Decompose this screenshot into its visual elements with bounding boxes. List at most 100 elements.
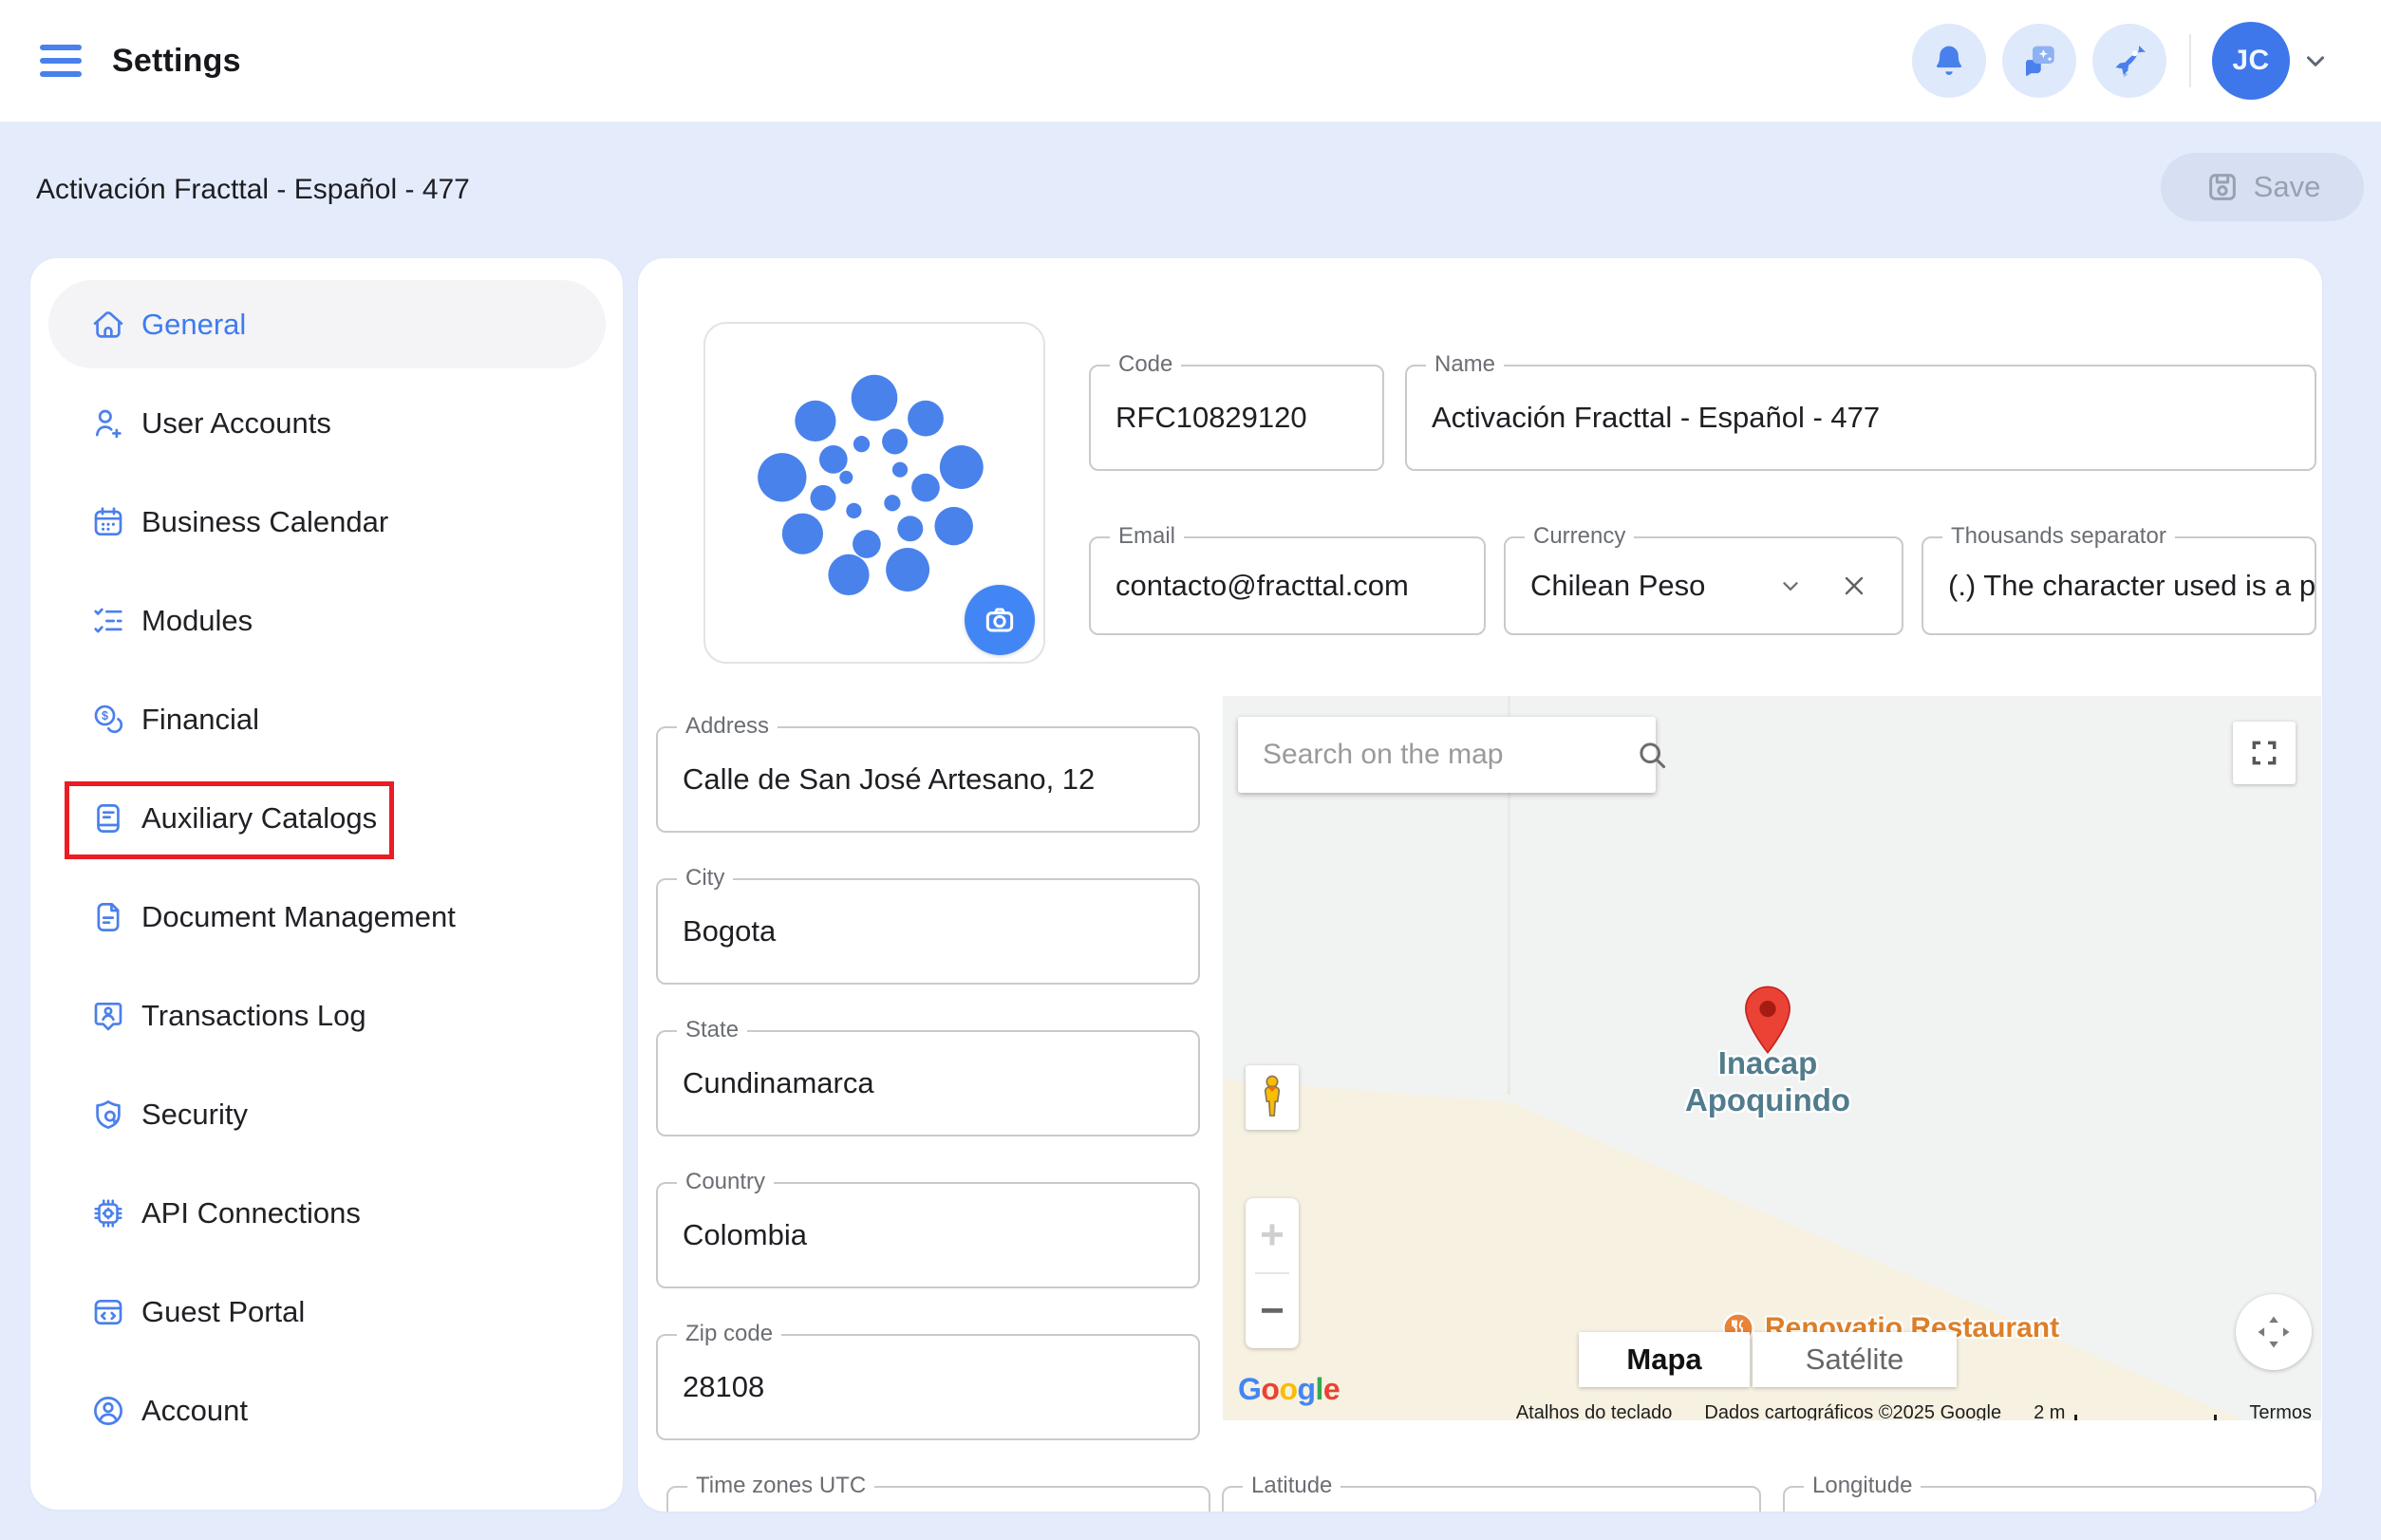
avatar-menu-chevron-down-icon[interactable] bbox=[2301, 47, 2330, 75]
country-field-label: Country bbox=[677, 1169, 774, 1195]
company-logo-box[interactable] bbox=[703, 322, 1045, 664]
map-data-text: Dados cartográficos ©2025 Google bbox=[1704, 1402, 2001, 1420]
search-icon[interactable] bbox=[1635, 738, 1669, 772]
upload-logo-button[interactable] bbox=[965, 585, 1035, 655]
name-field[interactable]: Name bbox=[1405, 365, 2316, 471]
home-icon bbox=[90, 307, 126, 343]
user-badge-icon bbox=[90, 998, 126, 1034]
subheader: Activación Fracttal - Español - 477 Save bbox=[0, 122, 2381, 258]
shield-icon bbox=[90, 1097, 126, 1133]
fracttal-logo bbox=[746, 365, 1003, 621]
save-button-label: Save bbox=[2254, 170, 2321, 204]
latitude-field[interactable]: Latitude bbox=[1222, 1486, 1761, 1512]
sidebar-item-security[interactable]: Security bbox=[48, 1070, 606, 1158]
map-scale-label: 2 m bbox=[2034, 1402, 2065, 1420]
zip-code-input[interactable] bbox=[658, 1336, 1198, 1438]
map-fullscreen-button[interactable] bbox=[2233, 722, 2296, 784]
currency-chevron-down-icon[interactable] bbox=[1778, 538, 1803, 633]
code-field[interactable]: Code bbox=[1089, 365, 1384, 471]
sidebar-item-label: Business Calendar bbox=[141, 505, 388, 539]
zoom-in-button[interactable]: + bbox=[1246, 1198, 1299, 1272]
document-icon bbox=[90, 899, 126, 935]
sidebar-item-auxiliary-catalogs[interactable]: Auxiliary Catalogs bbox=[48, 774, 606, 862]
sidebar-item-modules[interactable]: Modules bbox=[48, 576, 606, 665]
notifications-button[interactable] bbox=[1912, 24, 1986, 98]
map-type-map-button[interactable]: Mapa bbox=[1579, 1332, 1750, 1387]
state-field[interactable]: State bbox=[656, 1030, 1200, 1136]
whats-new-button[interactable] bbox=[2092, 24, 2166, 98]
address-field[interactable]: Address bbox=[656, 726, 1200, 833]
map-attribution-bar: Atalhos do teclado Dados cartográficos ©… bbox=[1516, 1402, 2312, 1420]
zip-code-field[interactable]: Zip code bbox=[656, 1334, 1200, 1440]
sidebar-item-label: Financial bbox=[141, 703, 259, 737]
calendar-icon bbox=[90, 504, 126, 540]
sidebar-item-api-connections[interactable]: API Connections bbox=[48, 1169, 606, 1257]
zoom-out-button[interactable]: − bbox=[1246, 1274, 1299, 1348]
map-zoom-control: + − bbox=[1246, 1198, 1299, 1348]
address-field-label: Address bbox=[677, 713, 778, 740]
map-search-input[interactable] bbox=[1238, 739, 1629, 771]
code-input[interactable] bbox=[1091, 366, 1382, 469]
timezone-field-label: Time zones UTC bbox=[687, 1473, 874, 1499]
keyboard-shortcuts-link[interactable]: Atalhos do teclado bbox=[1516, 1402, 1673, 1420]
top-right-actions: JC bbox=[1896, 0, 2330, 122]
city-input[interactable] bbox=[658, 880, 1198, 983]
fullscreen-icon bbox=[2249, 738, 2279, 768]
name-field-label: Name bbox=[1426, 351, 1504, 378]
sidebar-item-label: General bbox=[141, 308, 246, 342]
currency-clear-icon[interactable] bbox=[1839, 538, 1869, 633]
email-input[interactable] bbox=[1091, 538, 1484, 633]
sidebar-item-document-management[interactable]: Document Management bbox=[48, 873, 606, 961]
name-input[interactable] bbox=[1407, 366, 2315, 469]
state-input[interactable] bbox=[658, 1032, 1198, 1135]
timezone-field[interactable]: Time zones UTC bbox=[666, 1486, 1210, 1512]
google-logo[interactable]: Google bbox=[1238, 1372, 1340, 1407]
save-floppy-icon bbox=[2204, 169, 2240, 205]
address-input[interactable] bbox=[658, 728, 1198, 831]
save-button[interactable]: Save bbox=[2161, 153, 2364, 221]
sidebar-item-label: Security bbox=[141, 1098, 248, 1132]
user-plus-icon bbox=[90, 405, 126, 441]
bell-icon bbox=[1930, 42, 1968, 80]
city-field[interactable]: City bbox=[656, 878, 1200, 985]
country-field[interactable]: Country bbox=[656, 1182, 1200, 1288]
latitude-field-label: Latitude bbox=[1243, 1473, 1340, 1499]
map-canvas[interactable]: + − Inacap Apoquindo Renovatio Restauran… bbox=[1223, 696, 2321, 1420]
street-view-pegman-button[interactable] bbox=[1246, 1065, 1299, 1130]
currency-field[interactable]: Currency Chilean Peso bbox=[1504, 536, 1903, 635]
sidebar-item-user-accounts[interactable]: User Accounts bbox=[48, 379, 606, 467]
rocket-icon bbox=[2109, 41, 2149, 81]
terms-link[interactable]: Termos bbox=[2249, 1402, 2312, 1420]
sidebar-item-label: Document Management bbox=[141, 900, 456, 934]
sidebar-item-general[interactable]: General bbox=[48, 280, 606, 368]
sidebar-item-guest-portal[interactable]: Guest Portal bbox=[48, 1268, 606, 1356]
map-pan-control[interactable] bbox=[2236, 1294, 2312, 1370]
browser-code-icon bbox=[90, 1294, 126, 1330]
thousands-separator-value: (.) The character used is a p bbox=[1923, 538, 2315, 633]
pan-arrows-icon bbox=[2253, 1311, 2295, 1353]
coins-icon: $ bbox=[90, 702, 126, 738]
sidebar-item-account[interactable]: Account bbox=[48, 1366, 606, 1455]
page-title: Settings bbox=[112, 43, 241, 80]
general-settings-panel: Code Name Email Currency Chilean Peso Th… bbox=[638, 258, 2322, 1512]
country-input[interactable] bbox=[658, 1184, 1198, 1286]
sidebar-item-transactions-log[interactable]: Transactions Log bbox=[48, 971, 606, 1060]
top-bar: Settings JC bbox=[0, 0, 2381, 122]
thousands-separator-field[interactable]: Thousands separator (.) The character us… bbox=[1922, 536, 2316, 635]
map-type-satellite-button[interactable]: Satélite bbox=[1753, 1332, 1957, 1387]
sidebar-item-label: User Accounts bbox=[141, 406, 331, 441]
email-field[interactable]: Email bbox=[1089, 536, 1486, 635]
checklist-icon bbox=[90, 603, 126, 639]
menu-hamburger-icon[interactable] bbox=[40, 45, 82, 77]
ai-chat-button[interactable] bbox=[2002, 24, 2076, 98]
svg-text:$: $ bbox=[102, 709, 108, 723]
sidebar-item-label: Modules bbox=[141, 604, 253, 638]
map-scale-bar bbox=[2074, 1415, 2217, 1420]
sidebar-item-business-calendar[interactable]: Business Calendar bbox=[48, 478, 606, 566]
breadcrumb: Activación Fracttal - Español - 477 bbox=[36, 122, 470, 258]
settings-screen: Settings JC bbox=[0, 0, 2381, 1540]
state-field-label: State bbox=[677, 1017, 747, 1043]
user-avatar[interactable]: JC bbox=[2212, 22, 2290, 100]
sidebar-item-financial[interactable]: $ Financial bbox=[48, 675, 606, 763]
longitude-field[interactable]: Longitude bbox=[1783, 1486, 2316, 1512]
